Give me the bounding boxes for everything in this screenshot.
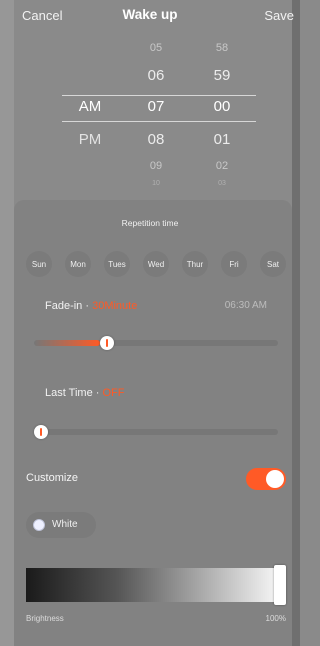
fade-in-slider-thumb[interactable] xyxy=(100,336,114,350)
brightness-slider-handle[interactable] xyxy=(274,565,286,605)
repetition-days: Sun Mon Tues Wed Thur Fri Sat xyxy=(26,251,288,277)
customize-label: Customize xyxy=(26,472,78,484)
period-am[interactable]: AM xyxy=(60,98,120,115)
minute-option[interactable]: 59 xyxy=(192,67,252,84)
header: Cancel Wake up Save xyxy=(0,0,300,32)
color-chip-label: White xyxy=(52,519,78,530)
minute-option[interactable]: 58 xyxy=(192,42,252,54)
day-wed[interactable]: Wed xyxy=(143,251,169,277)
last-time-label-text: Last Time · xyxy=(45,387,103,399)
last-time-slider-thumb[interactable] xyxy=(34,425,48,439)
day-thu[interactable]: Thur xyxy=(182,251,208,277)
day-sat[interactable]: Sat xyxy=(260,251,286,277)
save-button[interactable]: Save xyxy=(264,8,294,23)
minute-option[interactable]: 03 xyxy=(192,180,252,187)
page-title: Wake up xyxy=(122,7,178,22)
customize-toggle[interactable] xyxy=(246,468,286,490)
hour-option[interactable]: 06 xyxy=(126,67,186,84)
white-color-dot-icon xyxy=(33,519,45,531)
fade-in-time: 06:30 AM xyxy=(224,300,267,311)
fade-in-label: Fade-in · 30Minute xyxy=(45,300,137,312)
last-time-value: OFF xyxy=(102,387,125,399)
brightness-value: 100% xyxy=(265,614,286,623)
brightness-slider[interactable] xyxy=(26,565,286,605)
toggle-knob xyxy=(266,470,284,488)
fade-in-slider-fill xyxy=(34,340,100,346)
period-pm[interactable]: PM xyxy=(60,131,120,148)
repetition-title: Repetition time xyxy=(121,218,179,228)
hour-option[interactable]: 08 xyxy=(126,131,186,148)
minute-selected[interactable]: 00 xyxy=(192,98,252,115)
day-tue[interactable]: Tues xyxy=(104,251,130,277)
hour-option[interactable]: 05 xyxy=(126,42,186,54)
fade-in-slider[interactable] xyxy=(34,336,278,350)
hour-option[interactable]: 10 xyxy=(126,180,186,187)
last-time-label: Last Time · OFF xyxy=(45,387,124,399)
fade-in-label-text: Fade-in · xyxy=(45,300,93,312)
brightness-label: Brightness xyxy=(26,614,64,623)
selection-line-bottom xyxy=(62,121,256,122)
minute-option[interactable]: 02 xyxy=(192,160,252,172)
last-time-slider[interactable] xyxy=(34,425,278,439)
hour-option[interactable]: 09 xyxy=(126,160,186,172)
time-picker[interactable]: AM PM 05 06 07 08 09 10 58 59 00 01 02 0… xyxy=(0,34,300,194)
day-sun[interactable]: Sun xyxy=(26,251,52,277)
minute-option[interactable]: 01 xyxy=(192,131,252,148)
day-mon[interactable]: Mon xyxy=(65,251,91,277)
color-white-chip[interactable]: White xyxy=(26,512,96,538)
hour-selected[interactable]: 07 xyxy=(126,98,186,115)
fade-in-value: 30Minute xyxy=(92,300,138,312)
day-fri[interactable]: Fri xyxy=(221,251,247,277)
selection-line-top xyxy=(62,95,256,96)
